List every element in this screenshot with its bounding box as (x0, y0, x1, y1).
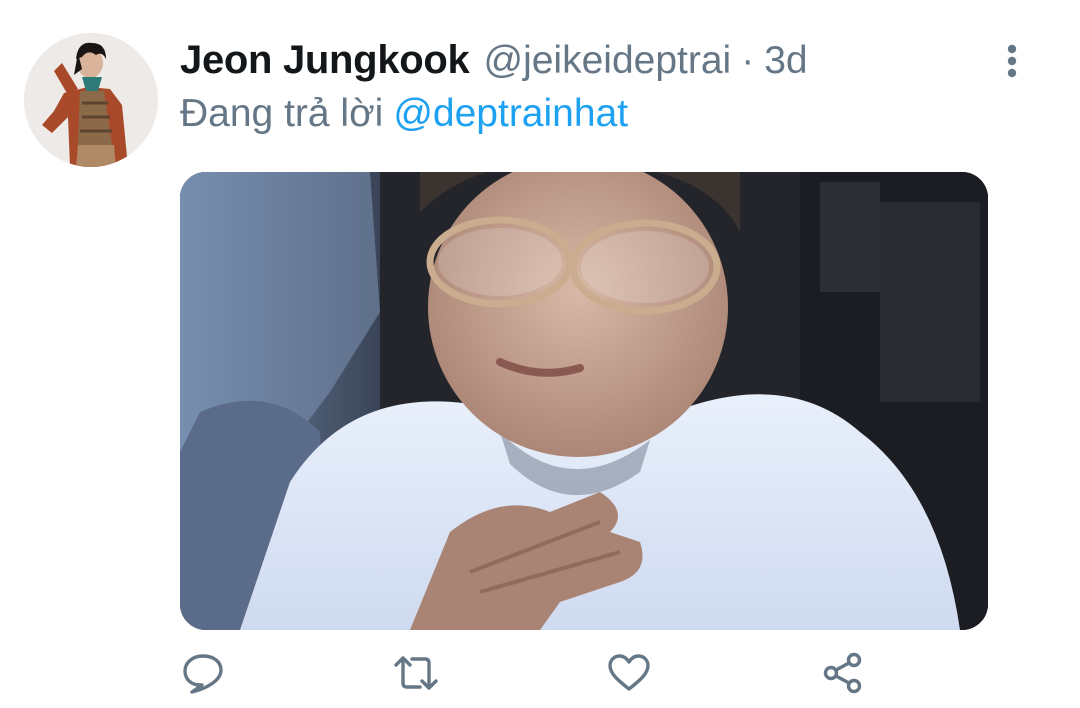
like-button[interactable] (604, 650, 654, 696)
tweet-actions-bar (0, 650, 1080, 696)
reply-mention-link[interactable]: @deptrainhat (393, 92, 628, 135)
share-button[interactable] (818, 650, 868, 696)
more-vertical-icon (1007, 44, 1017, 78)
replying-to-label: Đang trả lời (180, 92, 384, 135)
display-name[interactable]: Jeon Jungkook (180, 38, 470, 83)
separator-dot: · (741, 39, 755, 82)
tweet-header: Jeon Jungkook @jeikeideptrai · 3d (180, 38, 808, 86)
avatar[interactable] (24, 33, 158, 167)
media-photo (180, 172, 988, 630)
heart-icon (608, 654, 650, 691)
tweet-timestamp[interactable]: 3d (764, 39, 807, 83)
retweet-button[interactable] (391, 650, 441, 696)
tweet-media-image[interactable] (180, 172, 988, 630)
user-handle[interactable]: @jeikeideptrai (483, 39, 731, 83)
retweet-icon (394, 656, 438, 690)
share-icon (823, 652, 862, 694)
reply-button[interactable] (178, 650, 228, 696)
avatar-image (24, 33, 158, 167)
tweet-card: Jeon Jungkook @jeikeideptrai · 3d Đang t… (0, 0, 1080, 708)
reply-icon (183, 654, 223, 694)
replying-to-line: Đang trả lời @deptrainhat (180, 92, 628, 136)
more-options-button[interactable] (992, 38, 1032, 84)
